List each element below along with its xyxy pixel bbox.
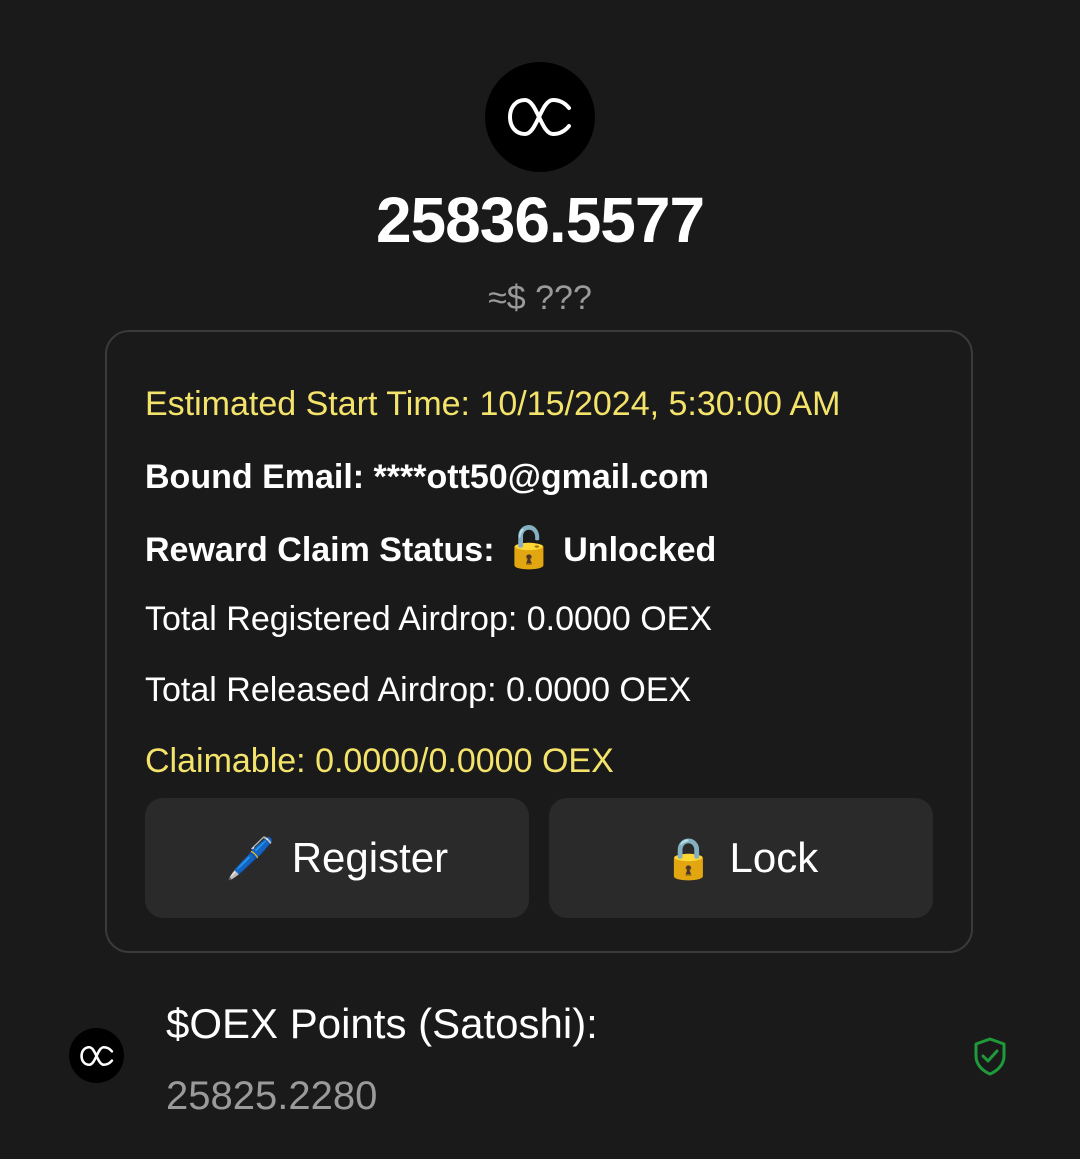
balance-amount: 25836.5577: [375, 184, 705, 256]
lock-button[interactable]: 🔒 Lock: [549, 798, 933, 918]
register-button[interactable]: 🖊️ Register: [145, 798, 529, 918]
unlocked-icon: 🔓: [503, 525, 554, 571]
points-value: 25825.2280: [166, 1074, 378, 1118]
oex-points-logo-icon: [69, 1028, 124, 1083]
usd-value: ≈$ ???: [488, 279, 592, 317]
total-registered-airdrop: Total Registered Airdrop: 0.0000 OEX: [145, 600, 712, 638]
shield-check-icon: [974, 1037, 1006, 1076]
reward-claim-status-value: Unlocked: [563, 531, 717, 569]
claimable-amount: Claimable: 0.0000/0.0000 OEX: [145, 742, 614, 780]
bound-email: Bound Email: ****ott50@gmail.com: [145, 458, 710, 496]
points-title: $OEX Points (Satoshi):: [166, 1000, 598, 1047]
airdrop-info-card: Estimated Start Time: 10/15/2024, 5:30:0…: [105, 330, 973, 953]
oex-logo-icon: [485, 62, 595, 172]
estimated-start-time: Estimated Start Time: 10/15/2024, 5:30:0…: [145, 385, 841, 423]
reward-claim-status: Reward Claim Status: 🔓 Unlocked: [145, 526, 716, 572]
reward-claim-status-label: Reward Claim Status:: [145, 531, 495, 569]
total-released-airdrop: Total Released Airdrop: 0.0000 OEX: [145, 671, 692, 709]
lock-button-label: Lock: [729, 834, 819, 881]
register-button-label: Register: [291, 834, 449, 881]
lock-icon: 🔒: [663, 835, 714, 882]
pen-icon: 🖊️: [225, 835, 276, 882]
